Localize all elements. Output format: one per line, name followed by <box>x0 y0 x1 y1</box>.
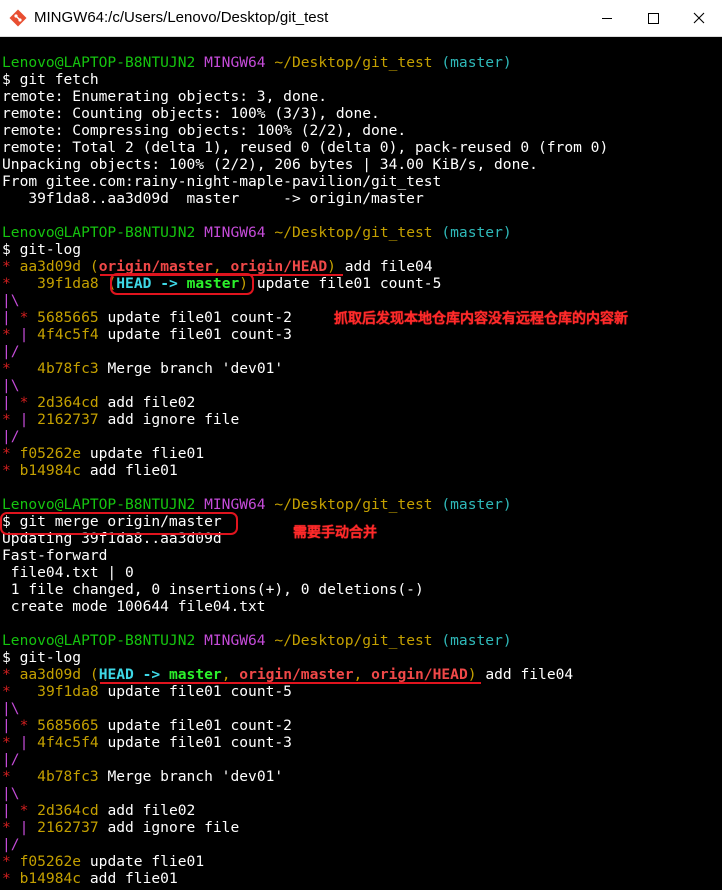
highlight-box <box>110 273 254 295</box>
prompt-line: Lenovo@LAPTOP-B8NTUJN2 MINGW64 ~/Desktop… <box>2 54 512 71</box>
window-titlebar: MINGW64:/c/Users/Lenovo/Desktop/git_test <box>0 0 722 37</box>
log-graph-line: |\ <box>2 700 20 717</box>
log-line: * b14984c add flie01 <box>2 870 178 887</box>
command-line: $ git fetch <box>2 71 99 88</box>
command-line: $ git-log <box>2 241 82 258</box>
output-line: remote: Compressing objects: 100% (2/2),… <box>2 122 407 139</box>
log-line: | * 2d364cd add file02 <box>2 802 196 819</box>
output-line: create mode 100644 file04.txt <box>2 598 266 615</box>
output-line: Unpacking objects: 100% (2/2), 206 bytes… <box>2 156 538 173</box>
log-line: | * 5685665 update file01 count-2 <box>2 717 292 734</box>
log-graph-line: |\ <box>2 785 20 802</box>
output-line: file04.txt | 0 <box>2 564 134 581</box>
output-line: 1 file changed, 0 insertions(+), 0 delet… <box>2 581 424 598</box>
highlight-box <box>0 512 238 535</box>
log-line: | * 2d364cd add file02 <box>2 394 196 411</box>
log-line: * b14984c add flie01 <box>2 462 178 479</box>
command-line: $ git-log <box>2 649 82 666</box>
minimize-icon <box>602 18 612 19</box>
log-graph-line: |\ <box>2 292 20 309</box>
log-line: * f05262e update flie01 <box>2 445 205 462</box>
close-icon <box>693 12 705 24</box>
output-line: 39f1da8..aa3d09d master -> origin/master <box>2 190 424 207</box>
close-button[interactable] <box>676 0 722 36</box>
log-line: * 4b78fc3 Merge branch 'dev01' <box>2 360 284 377</box>
output-line: From gitee.com:rainy-night-maple-pavilio… <box>2 173 442 190</box>
merge-annotation: 需要手动合并 <box>293 525 377 541</box>
minimize-button[interactable] <box>584 0 630 36</box>
log-line: * aa3d09d (HEAD -> master, origin/master… <box>2 666 574 683</box>
log-line: | * 5685665 update file01 count-2 <box>2 309 292 326</box>
log-line: * 4b78fc3 Merge branch 'dev01' <box>2 768 284 785</box>
log-line: * | 4f4c5f4 update file01 count-3 <box>2 326 292 343</box>
window-title: MINGW64:/c/Users/Lenovo/Desktop/git_test <box>34 9 329 26</box>
prompt-line: Lenovo@LAPTOP-B8NTUJN2 MINGW64 ~/Desktop… <box>2 224 512 241</box>
ref-underline <box>100 682 481 684</box>
prompt-line: Lenovo@LAPTOP-B8NTUJN2 MINGW64 ~/Desktop… <box>2 632 512 649</box>
log-graph-line: |/ <box>2 343 20 360</box>
output-line: remote: Counting objects: 100% (3/3), do… <box>2 105 380 122</box>
log-line: * | 2162737 add ignore file <box>2 819 240 836</box>
log-line: * f05262e update flie01 <box>2 853 205 870</box>
output-line: remote: Enumerating objects: 3, done. <box>2 88 328 105</box>
prompt-line: Lenovo@LAPTOP-B8NTUJN2 MINGW64 ~/Desktop… <box>2 496 512 513</box>
terminal-output[interactable]: Lenovo@LAPTOP-B8NTUJN2 MINGW64 ~/Desktop… <box>0 37 722 890</box>
maximize-button[interactable] <box>630 0 676 36</box>
log-graph-line: |\ <box>2 377 20 394</box>
fetch-annotation: 抓取后发现本地仓库内容没有远程仓库的内容新 <box>334 311 628 327</box>
log-graph-line: |/ <box>2 836 20 853</box>
log-line: * | 2162737 add ignore file <box>2 411 240 428</box>
log-line: * 39f1da8 update file01 count-5 <box>2 683 292 700</box>
log-graph-line: |/ <box>2 751 20 768</box>
output-line: Fast-forward <box>2 547 108 564</box>
log-line: * | 4f4c5f4 update file01 count-3 <box>2 734 292 751</box>
git-bash-icon <box>9 9 27 27</box>
output-line: remote: Total 2 (delta 1), reused 0 (del… <box>2 139 609 156</box>
log-graph-line: |/ <box>2 428 20 445</box>
maximize-icon <box>648 13 659 24</box>
